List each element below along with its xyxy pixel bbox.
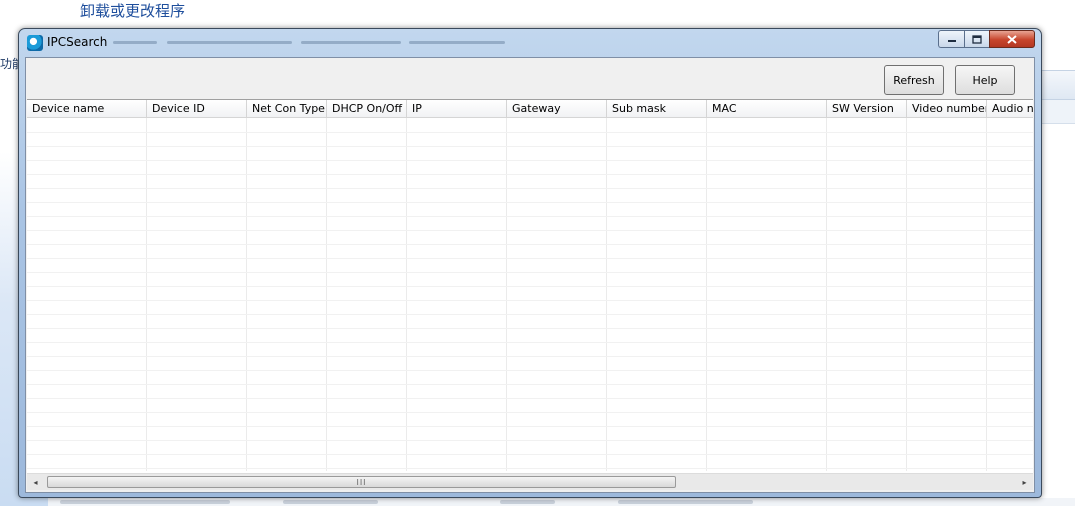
grid-column-line [326, 118, 327, 471]
blurred-title-text [167, 41, 292, 44]
help-button[interactable]: Help [955, 65, 1015, 95]
background-toolbar-fragment [1040, 70, 1075, 100]
grid-row-line [27, 132, 1033, 133]
scroll-grip-icon: III [356, 477, 367, 487]
grid-row-line [27, 370, 1033, 371]
grid-row-line [27, 328, 1033, 329]
close-icon [1007, 34, 1017, 44]
device-list[interactable]: Device name Device ID Net Con Type DHCP On/… [27, 99, 1033, 490]
window-client-area: Refresh Help Device name Device ID Net Con… [25, 57, 1035, 493]
grid-column-line [706, 118, 707, 471]
refresh-button[interactable]: Refresh [884, 65, 944, 95]
background-blurred-text [60, 500, 230, 504]
grid-column-line [826, 118, 827, 471]
column-device-id[interactable]: Device ID [147, 100, 247, 117]
device-list-body[interactable] [27, 118, 1033, 471]
minimize-button[interactable] [938, 30, 964, 48]
grid-row-line [27, 398, 1033, 399]
grid-row-line [27, 188, 1033, 189]
column-video-number[interactable]: Video number [907, 100, 987, 117]
column-ip[interactable]: IP [407, 100, 507, 117]
blurred-title-text [113, 41, 157, 44]
column-audio-number[interactable]: Audio nu [987, 100, 1033, 117]
scroll-left-arrow-icon[interactable]: ◂ [27, 474, 44, 490]
scroll-right-arrow-icon[interactable]: ▸ [1016, 474, 1033, 490]
grid-column-line [906, 118, 907, 471]
minimize-icon [947, 40, 956, 42]
caption-buttons [938, 30, 1035, 48]
grid-column-line [506, 118, 507, 471]
close-button[interactable] [989, 30, 1035, 48]
background-blurred-text [618, 500, 753, 504]
column-net-con-type[interactable]: Net Con Type [247, 100, 327, 117]
grid-row-line [27, 230, 1033, 231]
horizontal-scrollbar[interactable]: ◂ III ▸ [27, 473, 1033, 490]
grid-column-line [606, 118, 607, 471]
grid-row-line [27, 286, 1033, 287]
column-mac[interactable]: MAC [707, 100, 827, 117]
column-sw-version[interactable]: SW Version [827, 100, 907, 117]
grid-column-line [246, 118, 247, 471]
grid-row-line [27, 384, 1033, 385]
grid-row-line [27, 216, 1033, 217]
grid-row-line [27, 412, 1033, 413]
background-header-fragment [1040, 100, 1075, 124]
background-blurred-text [283, 500, 378, 504]
grid-row-line [27, 468, 1033, 469]
column-device-name[interactable]: Device name [27, 100, 147, 117]
grid-row-line [27, 160, 1033, 161]
grid-row-line [27, 244, 1033, 245]
blurred-title-text [301, 41, 401, 44]
grid-row-line [27, 300, 1033, 301]
title-bar[interactable]: IPCSearch [19, 29, 1041, 57]
ipcsearch-logo-icon [27, 35, 43, 51]
grid-row-line [27, 146, 1033, 147]
grid-row-line [27, 174, 1033, 175]
grid-column-line [986, 118, 987, 471]
column-sub-mask[interactable]: Sub mask [607, 100, 707, 117]
grid-row-line [27, 454, 1033, 455]
grid-row-line [27, 314, 1033, 315]
maximize-icon [972, 34, 982, 44]
grid-row-line [27, 440, 1033, 441]
background-list-row [48, 498, 1075, 506]
grid-column-line [146, 118, 147, 471]
background-page-heading: 卸载或更改程序 [80, 2, 186, 20]
maximize-button[interactable] [964, 30, 989, 48]
grid-column-line [406, 118, 407, 471]
column-gateway[interactable]: Gateway [507, 100, 607, 117]
blurred-title-text [409, 41, 505, 44]
grid-row-line [27, 356, 1033, 357]
grid-row-line [27, 258, 1033, 259]
device-list-header: Device name Device ID Net Con Type DHCP On/… [27, 100, 1033, 118]
ipcsearch-window: IPCSearch Refresh Help Device name Device… [18, 28, 1042, 498]
grid-row-line [27, 342, 1033, 343]
background-blurred-text [500, 500, 555, 504]
column-dhcp[interactable]: DHCP On/Off [327, 100, 407, 117]
grid-row-line [27, 202, 1033, 203]
grid-row-line [27, 426, 1033, 427]
scrollbar-thumb[interactable]: III [47, 476, 676, 488]
grid-row-line [27, 272, 1033, 273]
window-title: IPCSearch [47, 35, 108, 49]
